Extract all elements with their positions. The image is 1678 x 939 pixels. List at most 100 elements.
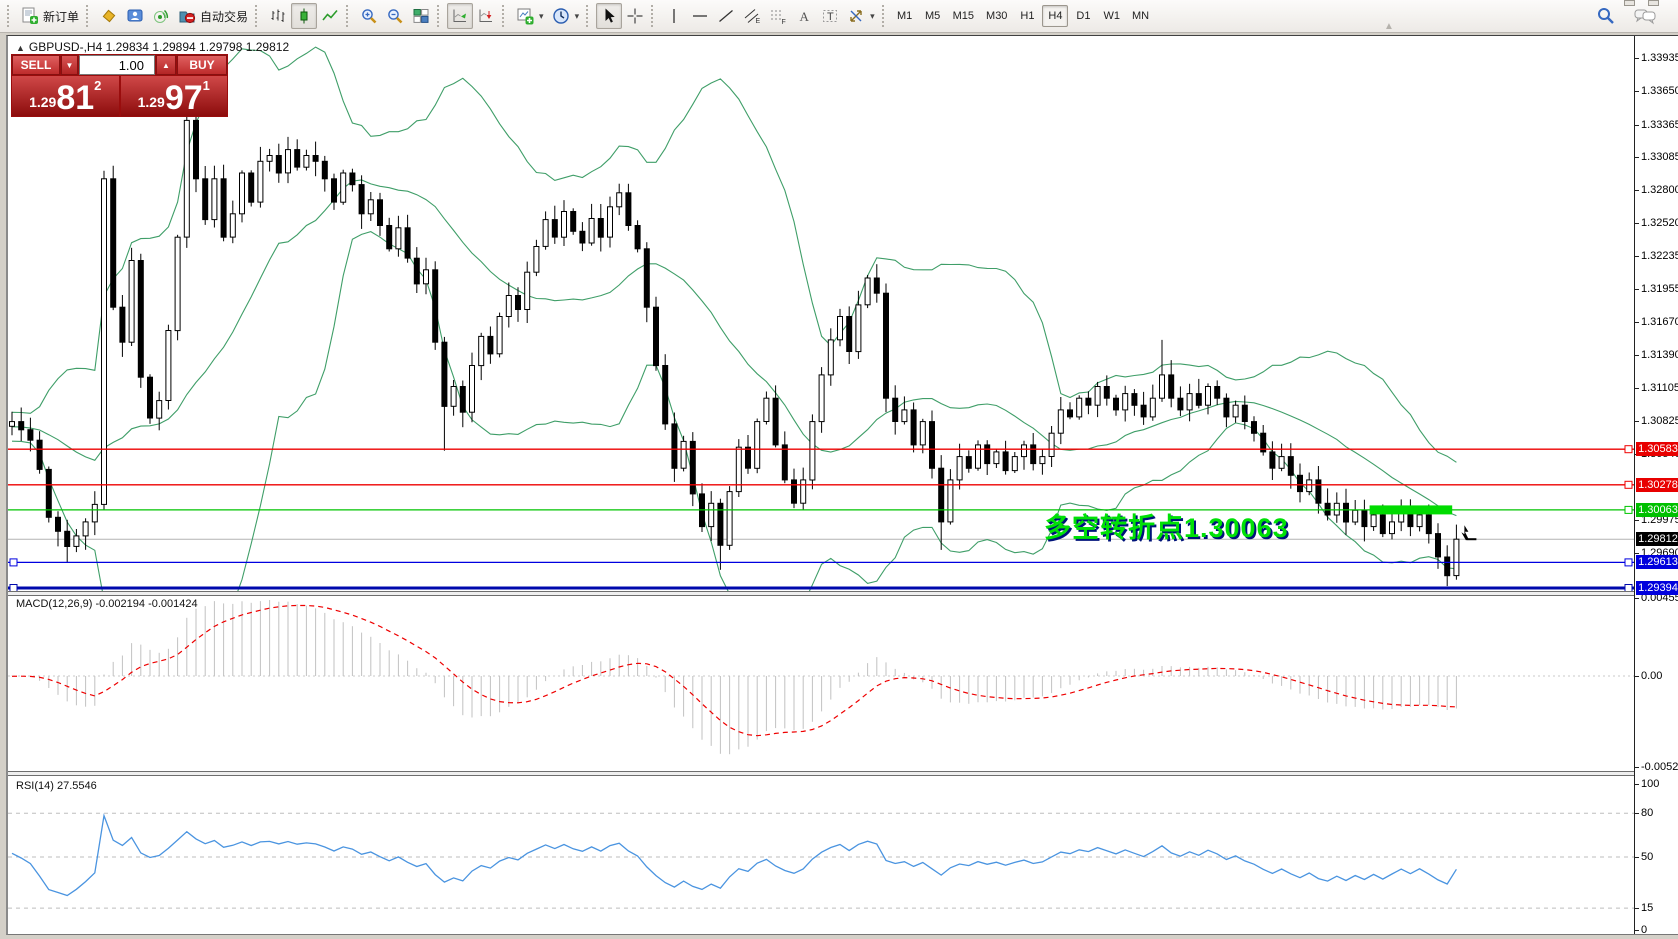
arrows-dropdown-caret[interactable]: ▾ (870, 11, 875, 22)
macd-signal-line (12, 606, 1456, 736)
text-icon: A (795, 7, 813, 25)
hline-handle-left[interactable] (10, 559, 17, 566)
horizontal-line-button[interactable] (687, 3, 713, 29)
sell-button[interactable]: SELL (12, 55, 60, 75)
window-restore-box[interactable] (1624, 0, 1635, 6)
timeframe-w1[interactable]: W1 (1098, 5, 1125, 27)
line-chart-button[interactable] (317, 3, 343, 29)
rsi-line (12, 816, 1456, 896)
toolbar-grip (651, 5, 658, 27)
macd-histogram (12, 600, 1456, 754)
price-axis-label: 1.33935 (1641, 52, 1678, 64)
symbol-ohlc-line: ▲GBPUSD-,H4 1.29834 1.29894 1.29798 1.29… (16, 40, 289, 54)
timeframe-m15[interactable]: M15 (948, 5, 979, 27)
toolbar-grip (502, 5, 509, 27)
periods-button[interactable]: ▾ (548, 3, 584, 29)
periods-dropdown-caret[interactable]: ▾ (575, 11, 580, 22)
hline-handle-right[interactable] (1625, 446, 1632, 453)
toolbar-grip (437, 5, 444, 27)
chart-plot-area[interactable] (8, 36, 1634, 939)
buy-price[interactable]: 1.29 97 1 (121, 76, 228, 116)
toolbar: 新订单 自动交易 ▾ ▾ EFAT ▾ M1M5M15M30H1H4D1W1MN (0, 0, 1678, 33)
svg-text:E: E (756, 18, 761, 25)
toolbar-grip (86, 5, 93, 27)
text-button[interactable]: A (791, 3, 817, 29)
hline-handle-right[interactable] (1625, 559, 1632, 566)
bar-chart-button[interactable] (265, 3, 291, 29)
timeframe-m30[interactable]: M30 (981, 5, 1012, 27)
pane-separator-macd[interactable] (8, 591, 1678, 596)
new-chart-icon (516, 7, 534, 25)
new-order-button[interactable]: 新订单 (17, 3, 83, 29)
axis-tick (1635, 767, 1639, 768)
autotrading-icon (178, 7, 196, 25)
timeframe-h1[interactable]: H1 (1014, 5, 1040, 27)
price-axis-label: 1.33085 (1641, 151, 1678, 163)
price-badge-1.29613: 1.29613 (1636, 555, 1678, 569)
axis-tick (1635, 91, 1639, 92)
price-axis-label: 1.31390 (1641, 349, 1678, 361)
timeframe-h4[interactable]: H4 (1042, 5, 1068, 27)
zoom-out-button[interactable] (382, 3, 408, 29)
timeframe-m5[interactable]: M5 (920, 5, 946, 27)
price-axis-label: 1.33365 (1641, 119, 1678, 131)
chat-button[interactable] (1630, 3, 1660, 29)
axis-tick (1635, 598, 1639, 599)
buy-price-prefix: 1.29 (138, 94, 165, 110)
fibonacci-button[interactable]: F (765, 3, 791, 29)
volume-up-button[interactable]: ▲ (156, 55, 176, 75)
chart-shift-button[interactable] (473, 3, 499, 29)
trendline-icon (717, 7, 735, 25)
price-axis-label: 1.31955 (1641, 283, 1678, 295)
buy-price-big: 97 (165, 83, 203, 113)
equidistant-channel-button[interactable]: E (739, 3, 765, 29)
tile-windows-icon (412, 7, 430, 25)
trendline-button[interactable] (713, 3, 739, 29)
hline-handle-right[interactable] (1625, 481, 1632, 488)
tile-windows-button[interactable] (408, 3, 434, 29)
chart-window: ▲GBPUSD-,H4 1.29834 1.29894 1.29798 1.29… (6, 35, 1678, 935)
chart-annotation-text[interactable]: 多空转折点1.30063 (1044, 506, 1289, 545)
buy-button[interactable]: BUY (177, 55, 227, 75)
signals-button[interactable] (148, 3, 174, 29)
toolbar-grip (586, 5, 593, 27)
svg-text:A: A (800, 9, 810, 24)
volume-down-button[interactable]: ▼ (61, 55, 78, 75)
new-chart-button[interactable]: ▾ (512, 3, 548, 29)
zoom-in-button[interactable] (356, 3, 382, 29)
vertical-line-button[interactable] (661, 3, 687, 29)
new-chart-dropdown-caret[interactable]: ▾ (539, 11, 544, 22)
pane-separator-rsi[interactable] (8, 771, 1678, 776)
price-axis-label: 1.30825 (1641, 415, 1678, 427)
timeframe-d1[interactable]: D1 (1070, 5, 1096, 27)
axis-tick (1635, 388, 1639, 389)
profile-button[interactable] (122, 3, 148, 29)
timeframe-m1[interactable]: M1 (892, 5, 918, 27)
crosshair-button[interactable] (622, 3, 648, 29)
crosshair-icon (626, 7, 644, 25)
timeframe-mn[interactable]: MN (1127, 5, 1154, 27)
price-axis[interactable]: 1.339351.336501.333651.330851.328001.325… (1634, 36, 1678, 934)
macd-scale-label: 0.00 (1641, 670, 1662, 682)
axis-tick (1635, 813, 1639, 814)
toolbar-grip (7, 5, 14, 27)
arrows-button[interactable]: ▾ (843, 3, 879, 29)
sell-price[interactable]: 1.29 81 2 (12, 76, 119, 116)
window-close-box[interactable] (1648, 0, 1659, 6)
axis-tick (1635, 157, 1639, 158)
candlestick-chart-button[interactable] (291, 3, 317, 29)
cursor-button[interactable] (596, 3, 622, 29)
search-button[interactable] (1592, 3, 1620, 29)
highlight-bar[interactable] (1370, 505, 1453, 514)
market-depth-button[interactable] (96, 3, 122, 29)
splitter-collapse-arrow[interactable]: ▲ (1384, 21, 1394, 32)
line-chart-icon (321, 7, 339, 25)
collapse-triangle-icon[interactable]: ▲ (16, 43, 25, 53)
auto-scroll-button[interactable] (447, 3, 473, 29)
volume-input[interactable] (79, 55, 155, 75)
macd-label: MACD(12,26,9) -0.002194 -0.001424 (16, 598, 198, 610)
text-label-button[interactable]: T (817, 3, 843, 29)
hline-handle-right[interactable] (1625, 506, 1632, 513)
arrow-down-marker[interactable] (1461, 525, 1476, 540)
autotrading-button[interactable]: 自动交易 (174, 3, 252, 29)
